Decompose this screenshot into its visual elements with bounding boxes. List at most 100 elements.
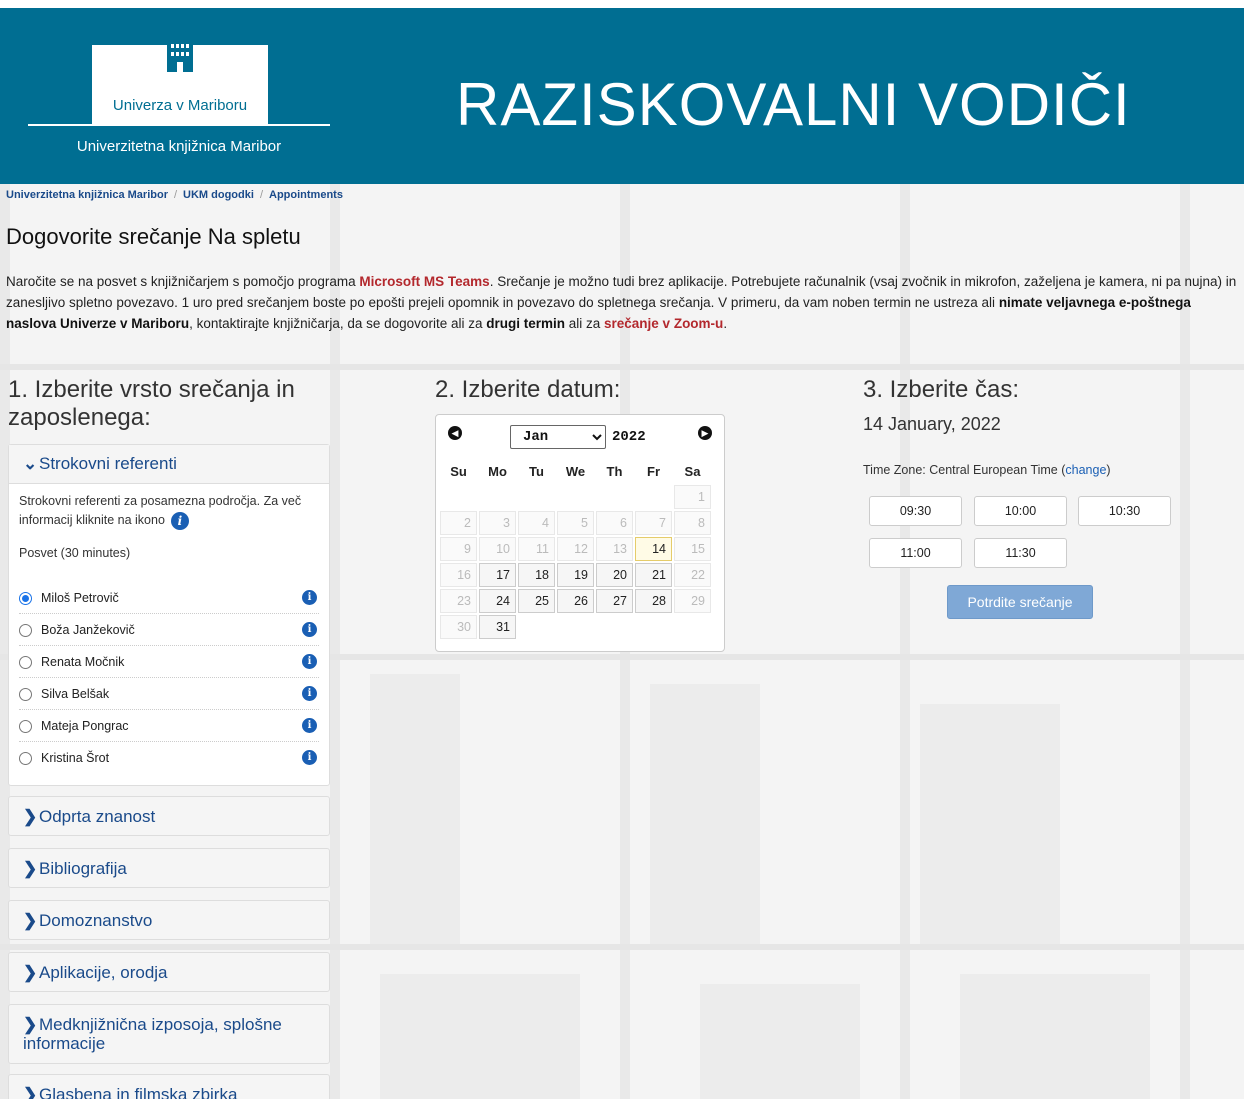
calendar-day-available[interactable]: 21 <box>635 563 672 587</box>
info-icon[interactable]: i <box>302 590 317 605</box>
calendar-day-disabled: 6 <box>596 511 633 535</box>
time-slot[interactable]: 09:30 <box>869 496 962 526</box>
panel-header[interactable]: ❯ Glasbena in filmska zbirka <box>9 1075 329 1099</box>
weekday-header: Tu <box>529 463 544 479</box>
timezone-info: Time Zone: Central European Time (change… <box>863 463 1111 477</box>
intro-part: , kontaktirajte knjižničarja, da se dogo… <box>189 316 487 331</box>
time-slot[interactable]: 10:00 <box>974 496 1067 526</box>
time-slot[interactable]: 11:00 <box>869 538 962 568</box>
panel-header[interactable]: ❯ Medknjižnična izposoja, splošne informa… <box>9 1005 329 1063</box>
radio[interactable] <box>19 720 32 733</box>
calendar-empty <box>596 615 633 639</box>
prev-month-icon[interactable]: ◀ <box>448 426 462 440</box>
year-label: 2022 <box>612 429 646 445</box>
calendar-day-selected[interactable]: 14 <box>635 537 672 561</box>
calendar-day-disabled: 29 <box>674 589 711 613</box>
calendar-empty <box>674 615 711 639</box>
chevron-right-icon: ❯ <box>23 911 38 930</box>
breadcrumb-library[interactable]: Univerzitetna knjižnica Maribor <box>6 189 168 201</box>
timezone-close: ) <box>1106 463 1111 477</box>
panel-header[interactable]: ❯ Domoznanstvo <box>9 901 329 941</box>
panel-header[interactable]: ❯ Bibliografija <box>9 849 329 889</box>
weekday-header: Th <box>606 463 623 479</box>
staff-list: Miloš Petrovič i Boža Janžekovič i Renata … <box>19 582 319 774</box>
staff-name: Kristina Šrot <box>41 751 110 765</box>
panel-header[interactable]: ❯ Odprta znanost <box>9 797 329 837</box>
panel-header[interactable]: ❯ Aplikacije, orodja <box>9 953 329 993</box>
calendar-day-disabled: 23 <box>440 589 477 613</box>
panel-odprta-znanost[interactable]: ❯ Odprta znanost <box>8 796 330 836</box>
calendar-day-available[interactable]: 20 <box>596 563 633 587</box>
calendar-empty <box>635 615 672 639</box>
radio[interactable] <box>19 656 32 669</box>
logo-divider <box>28 124 330 126</box>
panel-glasbena[interactable]: ❯ Glasbena in filmska zbirka <box>8 1074 330 1099</box>
building-logo-icon <box>167 28 193 72</box>
calendar-day-available[interactable]: 18 <box>518 563 555 587</box>
intro-part: Naročite se na posvet s knjižničarjem s … <box>6 274 360 289</box>
calendar-day-disabled: 15 <box>674 537 711 561</box>
calendar-day-available[interactable]: 26 <box>557 589 594 613</box>
staff-item[interactable]: Silva Belšak i <box>19 678 319 710</box>
calendar-day-available[interactable]: 28 <box>635 589 672 613</box>
radio-selected[interactable] <box>19 592 32 605</box>
radio[interactable] <box>19 688 32 701</box>
timezone-label: Time Zone: Central European Time ( <box>863 463 1066 477</box>
staff-item[interactable]: Renata Močnik i <box>19 646 319 678</box>
calendar-empty <box>479 485 516 509</box>
staff-name: Silva Belšak <box>41 687 110 701</box>
panel-title: Aplikacije, orodja <box>39 963 168 982</box>
teams-link[interactable]: Microsoft MS Teams <box>359 274 489 289</box>
next-month-icon[interactable]: ▶ <box>698 426 712 440</box>
zoom-link[interactable]: srečanje v Zoom-u <box>604 316 723 331</box>
calendar-day-available[interactable]: 17 <box>479 563 516 587</box>
panel-title: Bibliografija <box>39 859 127 878</box>
step3-heading: 3. Izberite čas: <box>863 376 1020 403</box>
month-select[interactable]: Jan <box>510 425 606 449</box>
intro-part: . <box>723 316 728 331</box>
chevron-right-icon: ❯ <box>23 859 38 878</box>
time-slot[interactable]: 11:30 <box>974 538 1067 568</box>
panel-aplikacije[interactable]: ❯ Aplikacije, orodja <box>8 952 330 992</box>
calendar-day-available[interactable]: 27 <box>596 589 633 613</box>
calendar-day-available[interactable]: 24 <box>479 589 516 613</box>
panel-medknjiznicna[interactable]: ❯ Medknjižnična izposoja, splošne informa… <box>8 1004 330 1064</box>
timezone-change-link[interactable]: change <box>1065 463 1106 477</box>
calendar-day-disabled: 11 <box>518 537 555 561</box>
staff-item[interactable]: Mateja Pongrac i <box>19 710 319 742</box>
info-icon[interactable]: i <box>302 654 317 669</box>
calendar-day-disabled: 5 <box>557 511 594 535</box>
radio[interactable] <box>19 752 32 765</box>
info-icon[interactable]: i <box>302 622 317 637</box>
staff-item[interactable]: Miloš Petrovič i <box>19 582 319 614</box>
calendar-day-disabled: 16 <box>440 563 477 587</box>
panel-title: Medknjižnična izposoja, splošne informac… <box>23 1015 282 1053</box>
calendar-day-disabled: 12 <box>557 537 594 561</box>
breadcrumb-events[interactable]: UKM dogodki <box>183 189 254 201</box>
intro-text: Naročite se na posvet s knjižničarjem s … <box>6 271 1242 334</box>
calendar-header: ◀ Jan 2022 ▶ <box>438 417 722 453</box>
info-icon[interactable]: i <box>170 511 189 530</box>
panel-bibliografija[interactable]: ❯ Bibliografija <box>8 848 330 888</box>
calendar-day-disabled: 2 <box>440 511 477 535</box>
panel-header[interactable]: ⌄ Strokovni referenti <box>9 445 329 484</box>
calendar-day-disabled: 4 <box>518 511 555 535</box>
info-icon[interactable]: i <box>302 718 317 733</box>
weekday-header: We <box>565 463 586 479</box>
breadcrumb-appointments[interactable]: Appointments <box>269 189 343 201</box>
panel-description: Strokovni referenti za posamezna področj… <box>9 484 329 530</box>
calendar-day-available[interactable]: 31 <box>479 615 516 639</box>
weekday-header: Fr <box>647 463 660 479</box>
meeting-duration: Posvet (30 minutes) <box>19 546 131 560</box>
calendar-day-available[interactable]: 25 <box>518 589 555 613</box>
staff-item[interactable]: Boža Janžekovič i <box>19 614 319 646</box>
info-icon[interactable]: i <box>302 686 317 701</box>
confirm-button[interactable]: Potrdite srečanje <box>947 585 1093 619</box>
radio[interactable] <box>19 624 32 637</box>
chevron-right-icon: ❯ <box>23 807 38 826</box>
time-slot[interactable]: 10:30 <box>1078 496 1171 526</box>
calendar-day-available[interactable]: 19 <box>557 563 594 587</box>
info-icon[interactable]: i <box>302 750 317 765</box>
staff-item[interactable]: Kristina Šrot i <box>19 742 319 774</box>
panel-domoznanstvo[interactable]: ❯ Domoznanstvo <box>8 900 330 940</box>
